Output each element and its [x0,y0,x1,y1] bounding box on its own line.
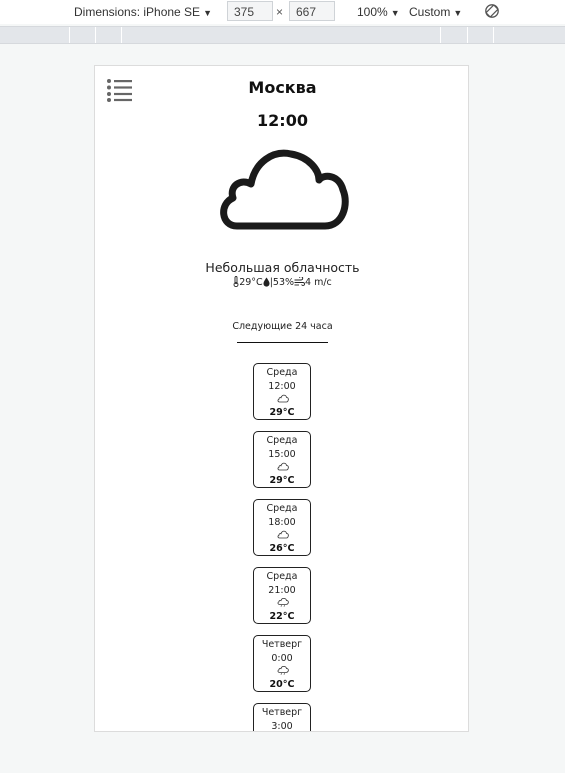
device-dimensions-label: Dimensions: iPhone SE [74,5,201,19]
hour-time: 18:00 [268,517,296,528]
hour-card[interactable]: Среда 15:00 29°C [253,431,311,488]
dimension-separator: × [276,5,284,19]
hour-time: 0:00 [271,653,293,664]
dropdown-caret-icon: ▼ [453,8,463,18]
hour-time: 21:00 [268,585,296,596]
cloud-rain-icon [277,598,289,607]
hour-day: Среда [266,571,298,582]
zoom-label: 100% [357,5,388,19]
cloud-rain-icon [277,666,289,675]
next-24h-tab[interactable]: Следующие 24 часа [95,321,468,332]
droplet-icon [263,277,270,287]
city-name: Москва [248,78,317,97]
device-dimensions-select[interactable]: Dimensions: iPhone SE ▼ [74,5,212,19]
cloud-icon [277,462,289,471]
temperature-value: 29°C [239,277,263,288]
weather-stats: 29°C |53% 4 m/c [95,276,468,288]
rotate-icon[interactable] [484,3,500,19]
hour-card[interactable]: Среда 18:00 26°C [253,499,311,556]
hour-card[interactable]: Среда 12:00 29°C [253,363,311,420]
dropdown-caret-icon: ▼ [203,8,212,18]
wind-value: 4 m/c [305,277,332,288]
devtools-toolbar: Dimensions: iPhone SE ▼ 375 × 667 100% ▼ C… [0,0,565,24]
hour-day: Среда [266,367,298,378]
cloud-icon [277,530,289,539]
tab-underline [237,342,328,343]
wind-icon [294,276,305,286]
device-viewport: Москва 12:00 Небольшая облачность 29°C |… [94,65,469,732]
hour-temperature: 26°C [269,543,295,554]
hour-time: 15:00 [268,449,296,460]
viewport-width-input[interactable]: 375 [227,1,273,21]
hour-temperature: 22°C [269,611,295,622]
hour-day: Четверг [261,707,303,718]
current-time: 12:00 [257,111,308,130]
hour-time: 12:00 [268,381,296,392]
humidity-value: 53% [272,277,295,288]
cloud-icon [277,394,289,403]
hour-day: Среда [266,503,298,514]
cloud-icon [220,149,349,230]
hour-time: 3:00 [271,721,293,732]
media-query-ruler [0,26,565,44]
hour-card[interactable]: Четверг 3:00 [253,703,311,732]
hour-temperature: 20°C [269,679,295,690]
throttle-label: Custom [409,5,451,19]
throttle-select[interactable]: Custom ▼ [409,5,462,19]
hour-temperature: 29°C [269,407,295,418]
viewport-height-input[interactable]: 667 [289,1,335,21]
hour-temperature: 29°C [269,475,295,486]
hour-card[interactable]: Четверг 0:00 20°C [253,635,311,692]
hour-card[interactable]: Среда 21:00 22°C [253,567,311,624]
zoom-select[interactable]: 100% ▼ [357,5,400,19]
weather-description: Небольшая облачность [205,260,360,275]
dropdown-caret-icon: ▼ [390,8,400,18]
hour-day: Четверг [261,639,303,650]
hour-day: Среда [266,435,298,446]
